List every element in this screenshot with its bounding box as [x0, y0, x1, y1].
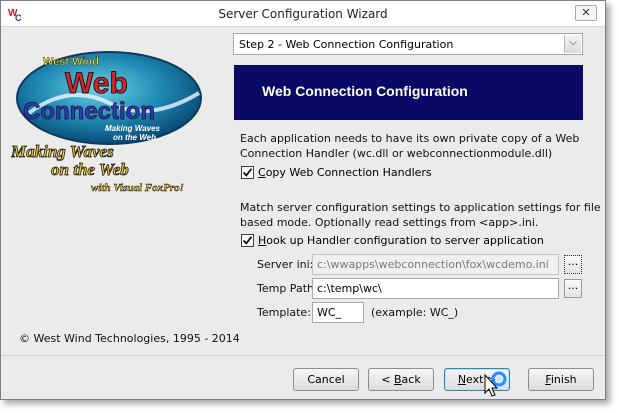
temp-path-input[interactable]: c:\temp\wc\: [312, 278, 559, 299]
chevron-down-icon[interactable]: ⌵: [564, 35, 581, 53]
back-button-label: ack: [401, 373, 421, 386]
copy-handlers-accel: C: [258, 166, 266, 179]
back-button[interactable]: < Back: [368, 368, 434, 391]
busy-cursor-icon: [484, 371, 507, 397]
template-hint: (example: WC_): [371, 306, 459, 319]
logo-main-text-1: Web: [65, 67, 128, 100]
logo-main-text-2: Connection: [23, 98, 155, 125]
copyright-text: © West Wind Technologies, 1995 - 2014: [19, 332, 240, 345]
back-button-accel: B: [394, 373, 402, 386]
cancel-button-label: Cancel: [307, 373, 345, 386]
close-button[interactable]: ✕: [575, 5, 597, 21]
hookup-handler-label-text: ook up Handler configuration to server a…: [266, 234, 544, 247]
server-ini-input[interactable]: c:\wwapps\webconnection\fox\wcdemo.ini: [312, 254, 559, 275]
back-button-prefix: <: [381, 373, 394, 386]
hookup-handler-label[interactable]: Hook up Handler configuration to server …: [258, 234, 544, 247]
step-banner: Web Connection Configuration: [234, 65, 583, 120]
match-settings-line-2: based mode. Optionally read settings fro…: [240, 216, 539, 229]
window-title: Server Configuration Wizard: [218, 7, 388, 21]
finish-button-label: inish: [550, 373, 577, 386]
step-select-value: Step 2 - Web Connection Configuration: [239, 38, 454, 51]
step-select[interactable]: Step 2 - Web Connection Configuration ⌵: [233, 33, 583, 55]
web-connection-logo: West Wind Web Connection Making Waves on…: [16, 51, 202, 145]
copy-handlers-checkbox[interactable]: [241, 166, 254, 179]
finish-button[interactable]: Finish: [528, 368, 594, 391]
match-settings-description: Match server configuration settings to a…: [240, 200, 601, 230]
logo-tag-text-1: Making Waves: [105, 124, 161, 133]
next-button-accel: N: [457, 373, 467, 386]
server-ini-label: Server ini:: [257, 258, 314, 271]
copy-handlers-label[interactable]: Copy Web Connection Handlers: [258, 166, 432, 179]
slogan-line-1: Making Waves: [11, 142, 114, 161]
cancel-button[interactable]: Cancel: [293, 368, 359, 391]
handler-description: Each application needs to have its own p…: [240, 131, 579, 161]
handler-description-line-1: Each application needs to have its own p…: [240, 132, 580, 145]
wizard-window: W C Server Configuration Wizard ✕ West W…: [0, 0, 606, 400]
slogan-line-3: with Visual FoxPro!: [91, 182, 184, 194]
slogan-line-2: on the Web: [51, 160, 129, 179]
slogan-graphic: Making Waves on the Web with Visual FoxP…: [11, 142, 184, 195]
hookup-handler-checkbox[interactable]: [241, 234, 254, 247]
handler-description-line-2: Connection Handler (wc.dll or webconnect…: [240, 147, 553, 160]
template-label: Template:: [257, 306, 311, 319]
footer-divider: [1, 355, 605, 356]
temp-path-label: Temp Path:: [257, 282, 318, 295]
checkmark-icon: [242, 236, 253, 245]
temp-path-browse-button[interactable]: ...: [564, 279, 582, 298]
copy-handlers-label-text: opy Web Connection Handlers: [265, 166, 432, 179]
checkmark-icon: [242, 168, 253, 177]
title-bar[interactable]: W C Server Configuration Wizard ✕: [1, 1, 605, 27]
server-ini-browse-button[interactable]: ...: [564, 255, 582, 274]
match-settings-line-1: Match server configuration settings to a…: [240, 201, 601, 214]
banner-title: Web Connection Configuration: [262, 83, 468, 99]
close-icon: ✕: [581, 6, 591, 19]
template-input[interactable]: WC_: [312, 302, 364, 323]
